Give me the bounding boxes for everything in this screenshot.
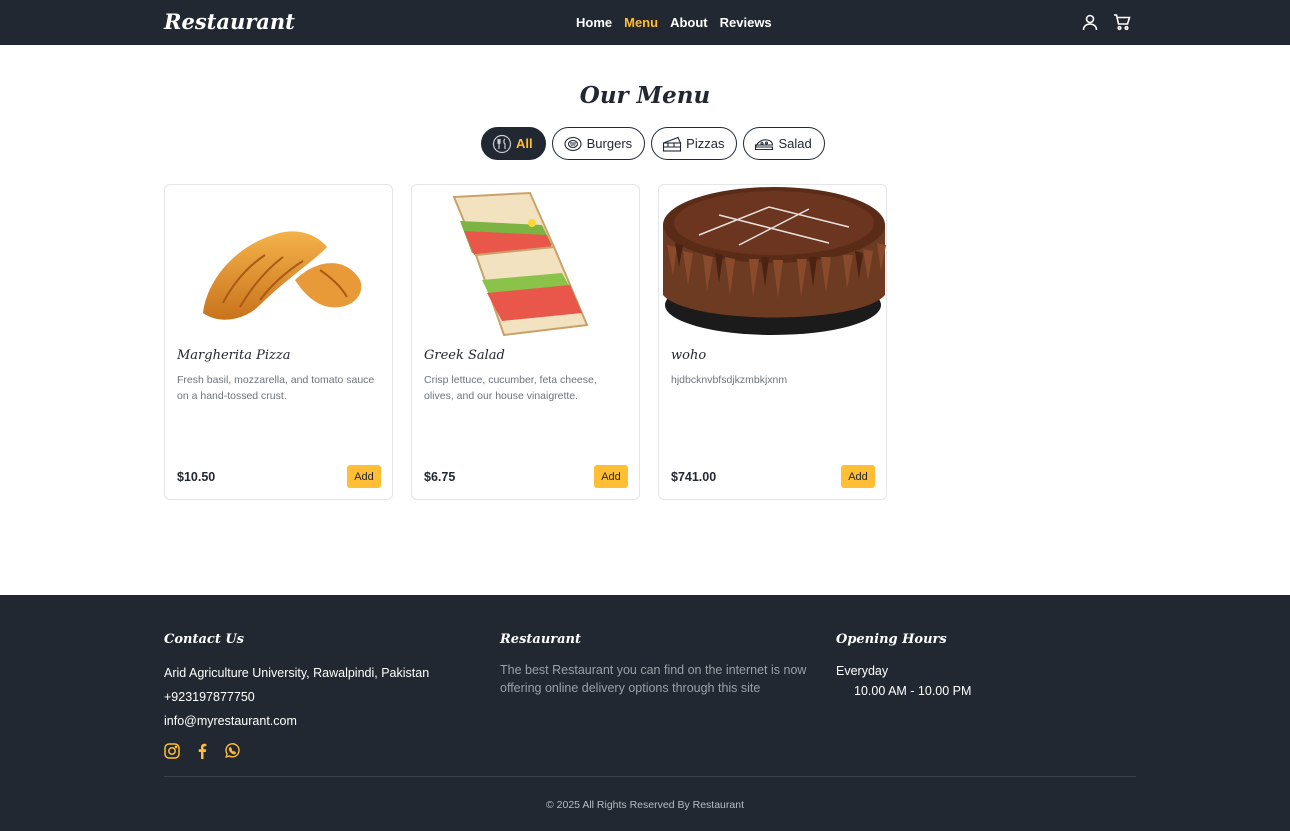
filter-burgers-label: Burgers	[586, 136, 633, 151]
footer-divider	[164, 776, 1136, 777]
all-food-icon	[492, 134, 512, 154]
item-description: Fresh basil, mozzarella, and tomato sauc…	[177, 374, 375, 402]
footer-about-title: Restaurant	[500, 632, 582, 647]
navbar: Restaurant Home Menu About Reviews	[0, 0, 1290, 45]
menu-card: woho hjdbcknvbfsdjkzmbkjxnm $741.00 Add	[658, 184, 887, 500]
copyright: © 2025 All Rights Reserved By Restaurant	[545, 799, 744, 811]
footer-hours-time: 10.00 AM - 10.00 PM	[854, 684, 972, 698]
footer-contact-title: Contact Us	[164, 632, 244, 647]
cart-icon[interactable]	[1113, 13, 1131, 31]
footer-address: Arid Agriculture University, Rawalpindi,…	[164, 666, 430, 680]
facebook-icon[interactable]	[194, 743, 210, 759]
footer-about: Restaurant The best Restaurant you can f…	[500, 632, 810, 697]
menu-title: Our Menu	[579, 82, 711, 109]
footer-hours-day: Everyday	[836, 664, 889, 678]
filter-all[interactable]: All	[481, 127, 546, 160]
filter-tabs: All Burgers Pizzas Salad	[481, 127, 825, 160]
menu-card: Greek Salad Crisp lettuce, cucumber, fet…	[411, 184, 640, 500]
brand-logo[interactable]: Restaurant	[164, 9, 295, 34]
footer-about-text: The best Restaurant you can find on the …	[500, 663, 807, 695]
user-icon[interactable]	[1081, 13, 1099, 31]
instagram-icon[interactable]	[164, 743, 180, 759]
burger-icon	[563, 134, 583, 154]
footer-email[interactable]: info@myrestaurant.com	[164, 709, 429, 733]
filter-burgers[interactable]: Burgers	[551, 127, 646, 160]
item-price: $741.00	[671, 470, 717, 484]
footer-phone[interactable]: +923197877750	[164, 685, 429, 709]
croissant-image	[165, 185, 392, 337]
filter-salad-label: Salad	[778, 136, 812, 151]
nav-menu[interactable]: Menu	[624, 15, 658, 30]
add-button[interactable]: Add	[841, 465, 875, 488]
sandwich-image	[412, 185, 639, 337]
add-button[interactable]: Add	[594, 465, 628, 488]
nav-links: Home Menu About Reviews	[576, 15, 772, 30]
nav-home[interactable]: Home	[576, 15, 612, 30]
filter-pizzas[interactable]: Pizzas	[651, 127, 738, 160]
chocolate-cake-image	[659, 185, 886, 337]
item-price: $6.75	[424, 470, 456, 484]
menu-card: Margherita Pizza Fresh basil, mozzarella…	[164, 184, 393, 500]
item-description: Crisp lettuce, cucumber, feta cheese, ol…	[424, 374, 597, 402]
pizza-icon	[662, 134, 682, 154]
item-name: Greek Salad	[424, 348, 505, 363]
item-price: $10.50	[177, 470, 216, 484]
footer: Contact Us Arid Agriculture University, …	[0, 595, 1290, 831]
nav-icons	[1081, 13, 1131, 31]
nav-about[interactable]: About	[670, 15, 708, 30]
filter-pizzas-label: Pizzas	[686, 136, 725, 151]
footer-hours: Opening Hours Everyday 10.00 AM - 10.00 …	[836, 632, 971, 701]
menu-cards: Margherita Pizza Fresh basil, mozzarella…	[164, 184, 887, 500]
nav-reviews[interactable]: Reviews	[720, 15, 772, 30]
item-name: woho	[671, 348, 707, 363]
add-button[interactable]: Add	[347, 465, 381, 488]
footer-contact: Contact Us Arid Agriculture University, …	[164, 632, 429, 759]
social-links	[164, 743, 429, 759]
filter-salad[interactable]: Salad	[743, 127, 825, 160]
item-name: Margherita Pizza	[177, 348, 291, 363]
whatsapp-icon[interactable]	[224, 743, 240, 759]
item-description: hjdbcknvbfsdjkzmbkjxnm	[671, 374, 788, 386]
salad-icon	[754, 134, 774, 154]
filter-all-label: All	[516, 136, 533, 151]
footer-hours-title: Opening Hours	[836, 632, 947, 647]
